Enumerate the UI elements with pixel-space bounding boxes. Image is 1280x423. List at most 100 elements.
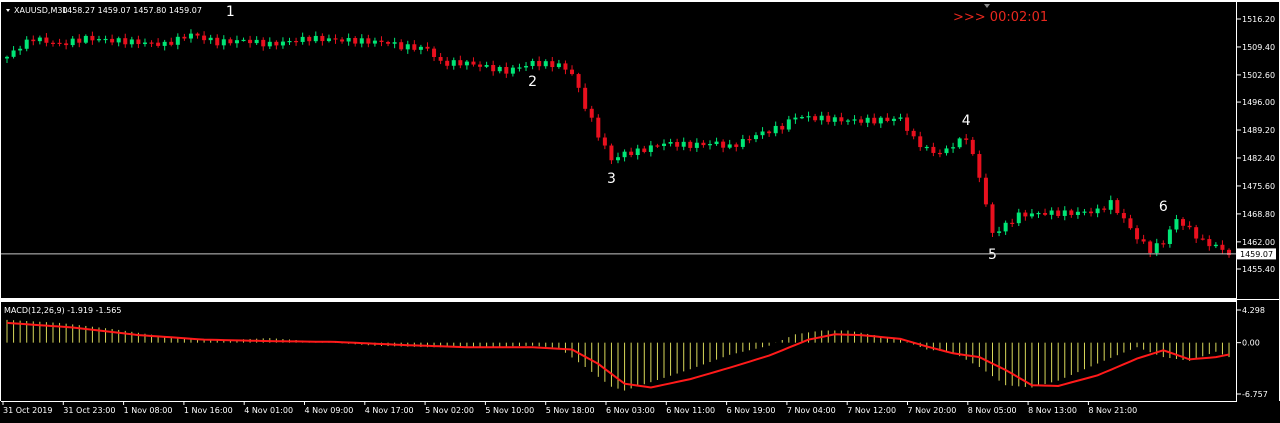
trading-chart[interactable]: 1516.20 1509.40 1502.60 1496.00 1489.20 1482.… <box>0 0 1280 423</box>
candle-body <box>1207 239 1212 247</box>
candle-body <box>1194 227 1199 239</box>
candle-body <box>642 148 647 152</box>
candle-body <box>806 116 811 118</box>
macd-tick-label: -6.757 <box>1242 390 1268 399</box>
candle-body <box>1220 244 1225 250</box>
time-label: 8 Nov 21:00 <box>1088 406 1137 415</box>
candle-body <box>261 39 266 47</box>
candle-body <box>1121 213 1126 219</box>
price-tick-label: 1482.40 <box>1242 154 1275 163</box>
candle-body <box>478 64 483 67</box>
candle-body <box>721 141 726 148</box>
macd-label: MACD(12,26,9) -1.919 -1.565 <box>4 306 121 315</box>
candle-body <box>924 146 929 149</box>
candle-body <box>195 33 200 36</box>
candle-body <box>432 48 437 57</box>
candle-body <box>786 119 791 130</box>
macd-tick-label: 4.298 <box>1242 306 1265 315</box>
candle-body <box>767 131 772 134</box>
candle-body <box>977 154 982 178</box>
candle-body <box>819 115 824 121</box>
time-label: 5 Nov 18:00 <box>546 406 595 415</box>
candle-body <box>510 67 515 74</box>
candle-body <box>589 108 594 118</box>
candle-body <box>622 151 627 158</box>
candle-body <box>1128 218 1133 229</box>
candle-body <box>931 146 936 153</box>
candle-body <box>1135 228 1140 240</box>
candle-body <box>31 39 36 42</box>
candle-body <box>491 65 496 72</box>
current-price-label: 1459.07 <box>1240 250 1273 259</box>
candle-body <box>254 39 259 44</box>
candle-body <box>530 60 535 66</box>
candle-body <box>970 139 975 155</box>
candle-body <box>688 141 693 148</box>
candle-body <box>1148 241 1153 253</box>
candle-body <box>1181 219 1186 226</box>
candle-body <box>386 41 391 44</box>
candle-body <box>911 130 916 137</box>
candle-body <box>340 39 345 42</box>
candle-body <box>556 63 561 68</box>
price-tick-label: 1475.60 <box>1242 182 1275 191</box>
price-tick-label: 1489.20 <box>1242 126 1275 135</box>
time-label: 8 Nov 13:00 <box>1028 406 1077 415</box>
candle-body <box>714 141 719 145</box>
candle-body <box>208 37 213 41</box>
time-label: 6 Nov 03:00 <box>606 406 655 415</box>
candle-body <box>274 41 279 46</box>
candle-body <box>1016 212 1021 224</box>
candle-body <box>5 56 9 59</box>
price-tick-label: 1502.60 <box>1242 71 1275 80</box>
candle-body <box>11 50 16 57</box>
time-label: 7 Nov 12:00 <box>847 406 896 415</box>
candle-body <box>497 66 502 72</box>
price-tick-label: 1516.20 <box>1242 15 1275 24</box>
candle-body <box>37 37 42 42</box>
candle-body <box>110 38 115 43</box>
candle-body <box>576 74 581 88</box>
candle-body <box>64 43 69 46</box>
candle-body <box>142 42 147 45</box>
candle-body <box>129 39 134 45</box>
candle-body <box>793 117 798 120</box>
candle-body <box>307 36 312 42</box>
candle-body <box>1095 208 1100 214</box>
candle-body <box>156 42 161 46</box>
candle-body <box>412 44 417 50</box>
candle-body <box>1036 212 1041 215</box>
candle-body <box>287 41 292 43</box>
candle-body <box>234 40 239 44</box>
time-label: 4 Nov 17:00 <box>365 406 414 415</box>
time-label: 4 Nov 09:00 <box>305 406 354 415</box>
candle-body <box>865 117 870 123</box>
candle-body <box>937 152 942 155</box>
wave-label: 3 <box>607 171 616 187</box>
candle-body <box>1141 239 1146 242</box>
candle-body <box>438 56 443 61</box>
candle-body <box>379 40 384 42</box>
candle-body <box>740 139 745 147</box>
candle-body <box>182 36 187 39</box>
candle-body <box>221 39 226 46</box>
candle-body <box>50 42 55 44</box>
candle-body <box>451 60 456 66</box>
candle-body <box>228 39 233 44</box>
time-label: 4 Nov 01:00 <box>244 406 293 415</box>
price-tick-label: 1468.80 <box>1242 210 1275 219</box>
candle-body <box>458 60 463 66</box>
candle-body <box>799 117 804 119</box>
candle-timer: >>> 00:02:01 <box>953 10 1048 25</box>
time-label: 6 Nov 11:00 <box>666 406 715 415</box>
time-label: 1 Nov 16:00 <box>184 406 233 415</box>
candle-body <box>1115 200 1120 214</box>
candle-body <box>353 38 358 44</box>
candle-body <box>701 142 706 146</box>
candle-body <box>149 42 154 44</box>
candle-body <box>188 33 193 39</box>
price-tick-label: 1455.40 <box>1242 265 1275 274</box>
candle-body <box>570 69 575 75</box>
candle-body <box>1187 225 1192 228</box>
candle-body <box>694 142 699 148</box>
